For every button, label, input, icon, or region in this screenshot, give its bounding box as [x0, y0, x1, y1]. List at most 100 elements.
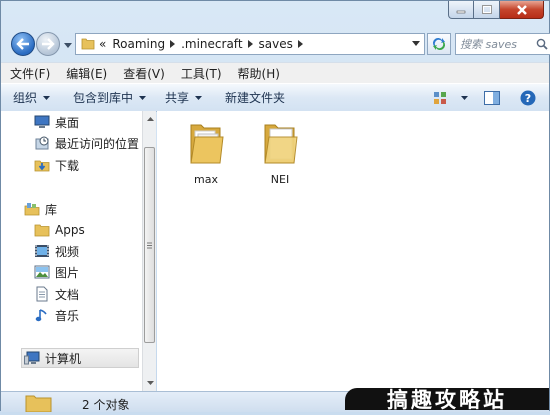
grip-icon [147, 242, 152, 248]
nav-label: 音乐 [55, 308, 80, 323]
minimize-button[interactable] [448, 1, 474, 19]
nav-apps[interactable]: Apps [34, 221, 85, 239]
nav-desktop[interactable]: 桌面 [34, 113, 80, 131]
downloads-icon [34, 157, 50, 173]
nav-label: 最近访问的位置 [55, 136, 140, 151]
refresh-icon [433, 38, 445, 50]
file-item-max[interactable]: max [166, 119, 246, 186]
crumb-saves[interactable]: saves [259, 37, 309, 51]
nav-music[interactable]: 音乐 [35, 306, 79, 324]
search-box[interactable] [455, 33, 550, 55]
explorer-window: « Roaming .minecraft saves 文件(F) 编辑( [0, 0, 550, 413]
computer-icon [24, 350, 40, 366]
nav-label: 计算机 [45, 351, 82, 366]
search-icon[interactable] [536, 38, 548, 50]
nav-recent-places[interactable]: 最近访问的位置 [35, 134, 139, 152]
status-text: 2 个对象 [82, 398, 130, 412]
file-name: max [194, 173, 218, 186]
command-bar: 组织 包含到库中 共享 新建文件夹 ? [1, 83, 549, 112]
address-dropdown-icon[interactable] [412, 41, 420, 46]
menu-edit[interactable]: 编辑(E) [57, 65, 114, 82]
address-row: « Roaming .minecraft saves [9, 31, 550, 57]
help-button[interactable]: ? [520, 90, 536, 106]
nav-downloads[interactable]: 下载 [34, 156, 80, 174]
crumb-minecraft[interactable]: .minecraft [181, 37, 258, 51]
chevron-down-icon [64, 42, 72, 48]
preview-pane-icon [484, 90, 500, 105]
scroll-thumb[interactable] [144, 147, 155, 343]
include-in-library-label: 包含到库中 [73, 91, 134, 105]
nav-label: 视频 [55, 244, 80, 259]
nav-label: 桌面 [55, 115, 80, 130]
watermark: 搞趣攻略站 [345, 388, 549, 410]
crumb-arrow-icon[interactable] [170, 40, 176, 48]
search-input[interactable] [460, 37, 532, 51]
nav-pictures[interactable]: 图片 [34, 263, 79, 281]
organize-button[interactable]: 组织 [1, 89, 59, 106]
chevron-down-icon [195, 95, 203, 100]
menu-bar: 文件(F) 编辑(E) 查看(V) 工具(T) 帮助(H) [1, 62, 549, 84]
navigation-pane: 桌面 最近访问的位置 下载 库 Apps 视频 图片 文档 音乐 计算机 [1, 111, 142, 391]
maximize-icon [481, 5, 492, 14]
file-item-nei[interactable]: NEI [240, 119, 320, 186]
help-icon: ? [520, 90, 536, 105]
menu-tools[interactable]: 工具(T) [172, 65, 229, 82]
nav-documents[interactable]: 文档 [35, 285, 79, 303]
recent-places-icon [34, 135, 50, 151]
desktop-icon [34, 114, 50, 130]
scroll-up-icon[interactable] [145, 114, 155, 124]
crumb-label: .minecraft [181, 37, 243, 51]
recent-pages-button[interactable] [63, 40, 73, 50]
folder-icon [34, 222, 50, 238]
address-bar[interactable]: « Roaming .minecraft saves [75, 33, 425, 55]
nav-label: 下载 [55, 158, 80, 173]
maximize-button[interactable] [474, 1, 500, 19]
chevron-down-icon [43, 95, 51, 100]
nav-videos[interactable]: 视频 [35, 242, 79, 260]
command-bar-right: ? [427, 84, 549, 111]
share-label: 共享 [165, 91, 190, 105]
chevron-down-icon [139, 95, 147, 100]
forward-button[interactable] [36, 32, 60, 56]
organize-label: 组织 [13, 91, 38, 105]
close-button[interactable] [500, 1, 544, 19]
chevron-down-icon [461, 95, 468, 100]
crumb-roaming[interactable]: Roaming [112, 37, 181, 51]
include-in-library-button[interactable]: 包含到库中 [59, 89, 155, 106]
watermark-text: 搞趣攻略站 [387, 388, 507, 410]
close-icon [516, 4, 527, 15]
address-overflow[interactable]: « [99, 37, 106, 51]
music-icon [34, 307, 50, 323]
view-options-button[interactable] [433, 91, 468, 105]
nav-label: 文档 [55, 287, 80, 302]
menu-view[interactable]: 查看(V) [114, 65, 172, 82]
arrow-right-icon [42, 38, 55, 50]
crumb-arrow-icon[interactable] [297, 40, 303, 48]
crumb-label: saves [258, 37, 293, 51]
refresh-button[interactable] [427, 33, 451, 55]
folder-icon [190, 124, 224, 164]
document-icon [34, 286, 50, 302]
nav-scrollbar[interactable] [142, 111, 156, 391]
folder-icon [23, 395, 53, 415]
view-grid-icon [434, 91, 446, 104]
library-icon [24, 201, 40, 217]
nav-label: Apps [55, 223, 85, 237]
share-button[interactable]: 共享 [155, 89, 211, 106]
menu-file[interactable]: 文件(F) [1, 65, 57, 82]
folder-icon [264, 124, 298, 164]
nav-library[interactable]: 库 [24, 200, 57, 218]
svg-text:?: ? [525, 92, 531, 105]
new-folder-button[interactable]: 新建文件夹 [211, 89, 294, 106]
pictures-icon [34, 264, 50, 280]
caption-buttons [448, 1, 544, 19]
arrow-left-icon [16, 38, 29, 50]
nav-computer[interactable]: 计算机 [24, 349, 82, 367]
new-folder-label: 新建文件夹 [225, 91, 286, 105]
preview-pane-button[interactable] [484, 90, 500, 105]
menu-help[interactable]: 帮助(H) [229, 65, 287, 82]
back-button[interactable] [11, 32, 35, 56]
file-list: max NEI [157, 111, 549, 391]
crumb-arrow-icon[interactable] [247, 40, 253, 48]
scroll-down-icon[interactable] [145, 378, 155, 388]
